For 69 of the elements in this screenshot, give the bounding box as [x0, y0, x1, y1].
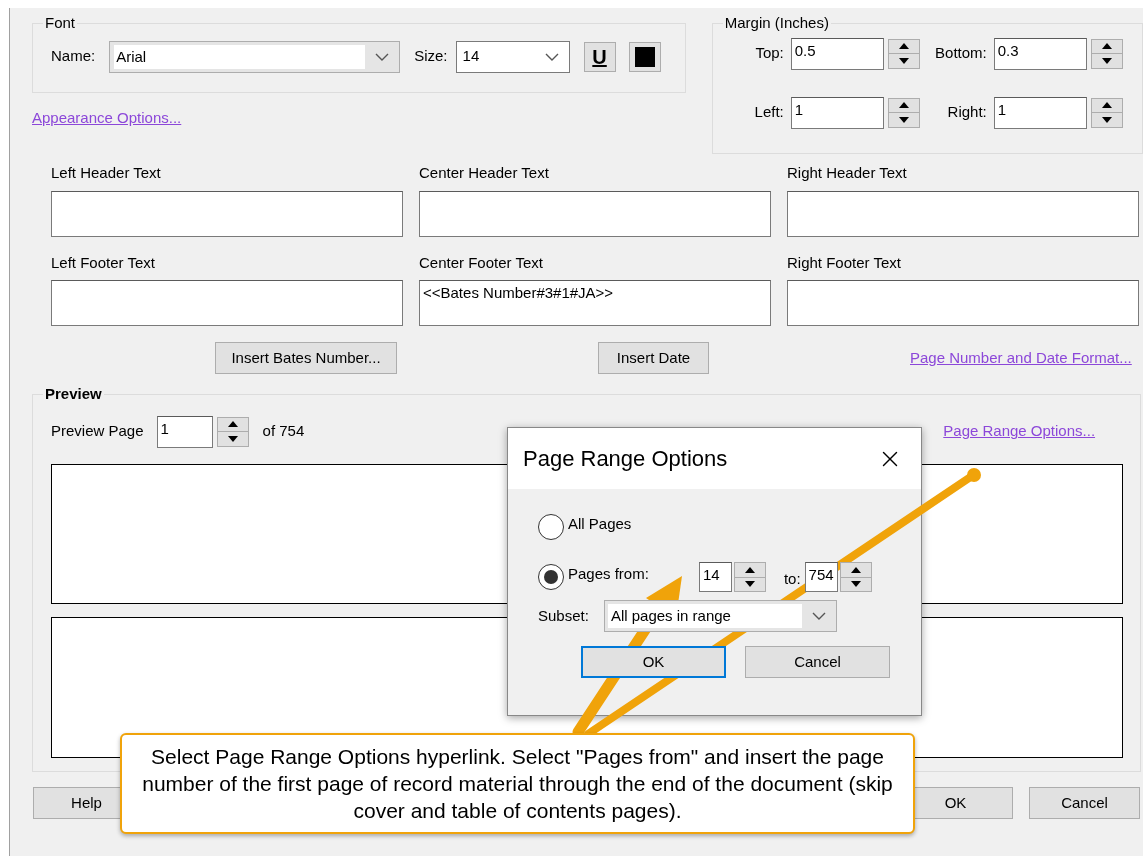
- up-arrow-icon: [898, 102, 909, 109]
- down-arrow-icon: [227, 435, 238, 442]
- input-field[interactable]: [787, 280, 1139, 326]
- field-label: Right Header Text: [787, 163, 907, 183]
- up-arrow-icon: [850, 566, 861, 573]
- field-label: Right Footer Text: [787, 252, 901, 273]
- radio-button[interactable]: [538, 514, 564, 540]
- group-title: Preview: [44, 384, 103, 404]
- page-range-options-link[interactable]: Page Range Options...: [943, 420, 1096, 443]
- push-button[interactable]: OK: [581, 646, 726, 678]
- option-label: All Pages: [568, 513, 632, 534]
- field-label: Top:: [754, 43, 785, 64]
- page-count-text: of 754: [262, 421, 305, 442]
- field-label: Right:: [946, 102, 988, 123]
- down-arrow-icon: [850, 581, 861, 588]
- input-field[interactable]: [419, 190, 771, 237]
- field-label: Preview Page: [51, 421, 144, 442]
- field-label: Bottom:: [934, 43, 988, 64]
- up-arrow-icon: [1101, 43, 1112, 50]
- input-field[interactable]: 0.5: [790, 37, 884, 70]
- input-field[interactable]: [51, 280, 403, 326]
- input-field[interactable]: 0.3: [993, 37, 1087, 70]
- field-label: Subset:: [538, 605, 589, 626]
- font-name-dropdown[interactable]: Arial: [109, 40, 401, 73]
- callout-text: Select Page Range Options hyperlink. Select "Pages from" and insert the page number of the first page of record material through the end of the document (skip cover and table of contents pages).: [141, 744, 894, 824]
- group-title: Margin (Inches): [723, 13, 830, 33]
- push-button[interactable]: Insert Date: [598, 342, 709, 374]
- input-field[interactable]: [787, 190, 1139, 237]
- chevron-down-icon: [375, 52, 390, 61]
- field-label: Left:: [753, 102, 785, 123]
- down-arrow-icon: [744, 581, 755, 588]
- down-arrow-icon: [1101, 116, 1112, 123]
- down-arrow-icon: [1101, 57, 1112, 64]
- input-field[interactable]: 1: [156, 415, 213, 448]
- dialog-title: Page Range Options: [523, 445, 729, 473]
- input-field[interactable]: 14: [698, 562, 732, 592]
- up-arrow-icon: [1101, 102, 1112, 109]
- input-field[interactable]: 754: [804, 562, 838, 592]
- appearance-options-link[interactable]: Appearance Options...: [32, 107, 182, 130]
- spin-buttons[interactable]: [733, 562, 766, 592]
- up-arrow-icon: [227, 421, 238, 428]
- up-arrow-icon: [744, 566, 755, 573]
- chevron-down-icon: [811, 612, 826, 620]
- field-label: Center Footer Text: [419, 252, 543, 273]
- push-button[interactable]: Cancel: [745, 646, 890, 678]
- field-label: Left Header Text: [51, 163, 161, 183]
- page-number-format-link[interactable]: Page Number and Date Format...: [910, 346, 1132, 370]
- option-label: Pages from:: [568, 563, 649, 584]
- input-field[interactable]: [51, 190, 403, 237]
- field-label: Left Footer Text: [51, 252, 155, 273]
- up-arrow-icon: [898, 43, 909, 50]
- field-label: to:: [783, 568, 801, 589]
- input-field[interactable]: 1: [993, 96, 1087, 129]
- input-field[interactable]: <<Bates Number#3#1#JA>>: [419, 280, 771, 326]
- radio-button[interactable]: [538, 564, 564, 590]
- spin-buttons[interactable]: [839, 562, 872, 592]
- font-size-dropdown[interactable]: 14: [455, 40, 570, 73]
- input-field[interactable]: 1: [790, 96, 884, 129]
- subset-dropdown[interactable]: All pages in range: [603, 600, 837, 632]
- color-swatch-icon: [634, 46, 655, 67]
- chevron-down-icon: [544, 52, 559, 61]
- push-button[interactable]: Insert Bates Number...: [215, 342, 397, 374]
- down-arrow-icon: [898, 57, 909, 64]
- field-label: Size:: [414, 46, 448, 67]
- group-title: Font: [44, 13, 76, 33]
- push-button[interactable]: Cancel: [1029, 787, 1140, 819]
- field-label: Center Header Text: [419, 163, 549, 183]
- down-arrow-icon: [898, 116, 909, 123]
- field-label: Name:: [51, 46, 96, 67]
